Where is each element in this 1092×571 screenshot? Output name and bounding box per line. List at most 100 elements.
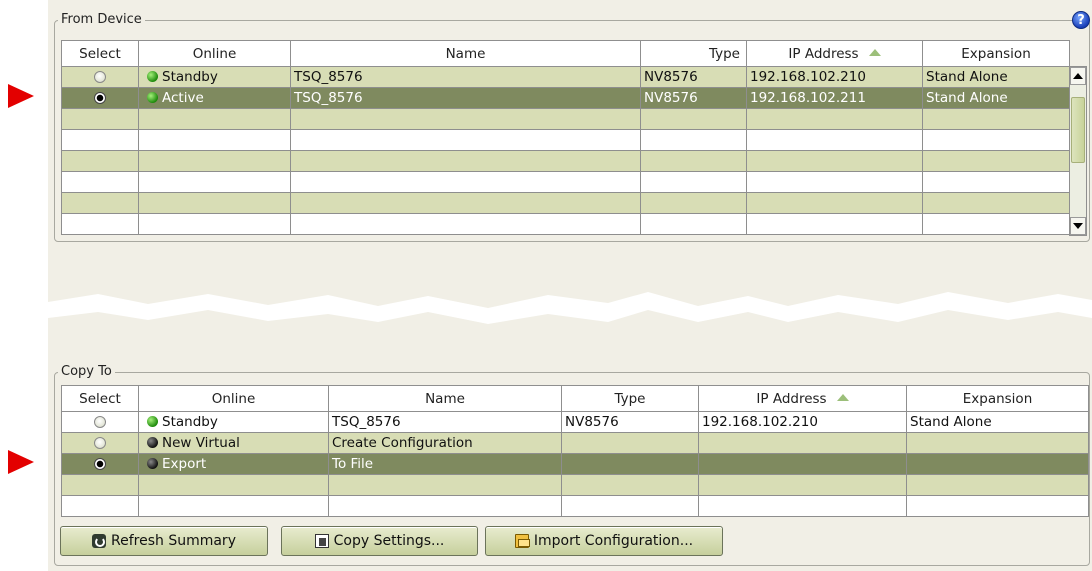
online-label: Standby	[162, 68, 218, 85]
import-configuration-button[interactable]: Import Configuration...	[485, 526, 723, 556]
refresh-summary-button[interactable]: Refresh Summary	[60, 526, 268, 556]
column-header-online[interactable]: Online	[138, 40, 291, 67]
arrow-up-icon	[1073, 73, 1083, 79]
copy-settings-button[interactable]: Copy Settings...	[281, 526, 478, 556]
ip-cell: 192.168.102.211	[746, 87, 923, 109]
vertical-scrollbar[interactable]	[1069, 66, 1087, 236]
table-row[interactable]: New Virtual Create Configuration	[61, 432, 1089, 454]
online-label: New Virtual	[162, 434, 240, 451]
expansion-cell	[906, 432, 1089, 454]
copy-icon	[314, 534, 329, 548]
column-header-type[interactable]: Type	[640, 40, 747, 67]
pointer-arrow-top	[8, 84, 34, 108]
table-row-selected[interactable]: Active TSQ_8576 NV8576 192.168.102.211 S…	[61, 87, 1070, 109]
from-device-panel: From Device ? Select Online Name Type IP…	[48, 0, 1092, 248]
name-cell: Create Configuration	[328, 432, 562, 454]
from-device-table: Select Online Name Type IP Address Expan…	[61, 40, 1070, 235]
name-cell: TSQ_8576	[328, 411, 562, 433]
column-header-type[interactable]: Type	[561, 385, 699, 412]
from-device-legend: From Device	[58, 13, 145, 27]
online-label: Export	[162, 455, 207, 472]
column-header-name[interactable]: Name	[328, 385, 562, 412]
table-row-selected[interactable]: Export To File	[61, 453, 1089, 475]
empty-row	[61, 129, 1070, 151]
type-cell	[561, 432, 699, 454]
table-header: Select Online Name Type IP Address Expan…	[61, 385, 1089, 412]
select-cell[interactable]	[61, 87, 139, 109]
torn-edge-separator	[48, 248, 1092, 358]
empty-row	[61, 213, 1070, 235]
radio-button[interactable]	[94, 70, 106, 83]
online-label: Standby	[162, 413, 218, 430]
select-cell[interactable]	[61, 453, 139, 475]
ip-cell	[698, 432, 907, 454]
column-header-select[interactable]: Select	[61, 40, 139, 67]
type-cell	[561, 453, 699, 475]
online-cell: Standby	[138, 66, 291, 88]
online-cell: New Virtual	[138, 432, 329, 454]
folder-open-icon	[514, 534, 530, 548]
help-icon[interactable]: ?	[1072, 11, 1090, 29]
table-row[interactable]: Standby TSQ_8576 NV8576 192.168.102.210 …	[61, 66, 1070, 88]
select-cell[interactable]	[61, 411, 139, 433]
online-label: Active	[162, 89, 204, 106]
import-configuration-label: Import Configuration...	[533, 533, 694, 549]
expansion-cell: Stand Alone	[906, 411, 1089, 433]
pointer-arrow-bottom	[8, 450, 34, 474]
table-header: Select Online Name Type IP Address Expan…	[61, 40, 1070, 67]
column-header-expansion[interactable]: Expansion	[906, 385, 1089, 412]
empty-row	[61, 474, 1089, 496]
status-dark-icon	[147, 436, 158, 448]
radio-button[interactable]	[94, 415, 106, 428]
scroll-down-button[interactable]	[1070, 217, 1086, 235]
column-header-name[interactable]: Name	[290, 40, 641, 67]
expansion-cell: Stand Alone	[922, 87, 1070, 109]
empty-row	[61, 495, 1089, 517]
online-cell: Active	[138, 87, 291, 109]
radio-button-checked[interactable]	[94, 91, 106, 104]
column-header-expansion[interactable]: Expansion	[922, 40, 1070, 67]
type-cell: NV8576	[640, 87, 747, 109]
column-header-ip[interactable]: IP Address	[746, 40, 923, 67]
empty-row	[61, 192, 1070, 214]
expansion-cell: Stand Alone	[922, 66, 1070, 88]
refresh-icon	[92, 534, 106, 548]
column-header-online[interactable]: Online	[138, 385, 329, 412]
status-green-icon	[147, 91, 158, 103]
sort-ascending-icon	[836, 393, 849, 401]
scroll-up-button[interactable]	[1070, 67, 1086, 85]
name-cell: TSQ_8576	[290, 87, 641, 109]
arrow-down-icon	[1073, 223, 1083, 229]
column-header-ip[interactable]: IP Address	[698, 385, 907, 412]
status-green-icon	[147, 70, 158, 82]
column-header-ip-label: IP Address	[756, 390, 827, 407]
scroll-thumb[interactable]	[1071, 97, 1085, 163]
empty-row	[61, 150, 1070, 172]
copy-to-legend: Copy To	[58, 365, 115, 379]
column-header-select[interactable]: Select	[61, 385, 139, 412]
expansion-cell	[906, 453, 1089, 475]
select-cell[interactable]	[61, 432, 139, 454]
radio-button[interactable]	[94, 436, 106, 449]
table-row[interactable]: Standby TSQ_8576 NV8576 192.168.102.210 …	[61, 411, 1089, 433]
sort-ascending-icon	[868, 48, 881, 56]
online-cell: Standby	[138, 411, 329, 433]
copy-settings-label: Copy Settings...	[333, 533, 445, 549]
column-header-type-label: Type	[708, 45, 740, 62]
status-dark-icon	[147, 457, 158, 469]
online-cell: Export	[138, 453, 329, 475]
refresh-summary-label: Refresh Summary	[111, 533, 236, 549]
empty-row	[61, 108, 1070, 130]
empty-row	[61, 171, 1070, 193]
ip-cell: 192.168.102.210	[746, 66, 923, 88]
column-header-ip-label: IP Address	[788, 45, 859, 62]
radio-button-checked[interactable]	[94, 457, 106, 470]
name-cell: To File	[328, 453, 562, 475]
status-green-icon	[147, 415, 158, 427]
ip-cell: 192.168.102.210	[698, 411, 907, 433]
copy-to-panel: Copy To Select Online Name Type IP Addre…	[48, 358, 1092, 571]
type-cell: NV8576	[640, 66, 747, 88]
ip-cell	[698, 453, 907, 475]
copy-to-table: Select Online Name Type IP Address Expan…	[61, 385, 1089, 517]
select-cell[interactable]	[61, 66, 139, 88]
